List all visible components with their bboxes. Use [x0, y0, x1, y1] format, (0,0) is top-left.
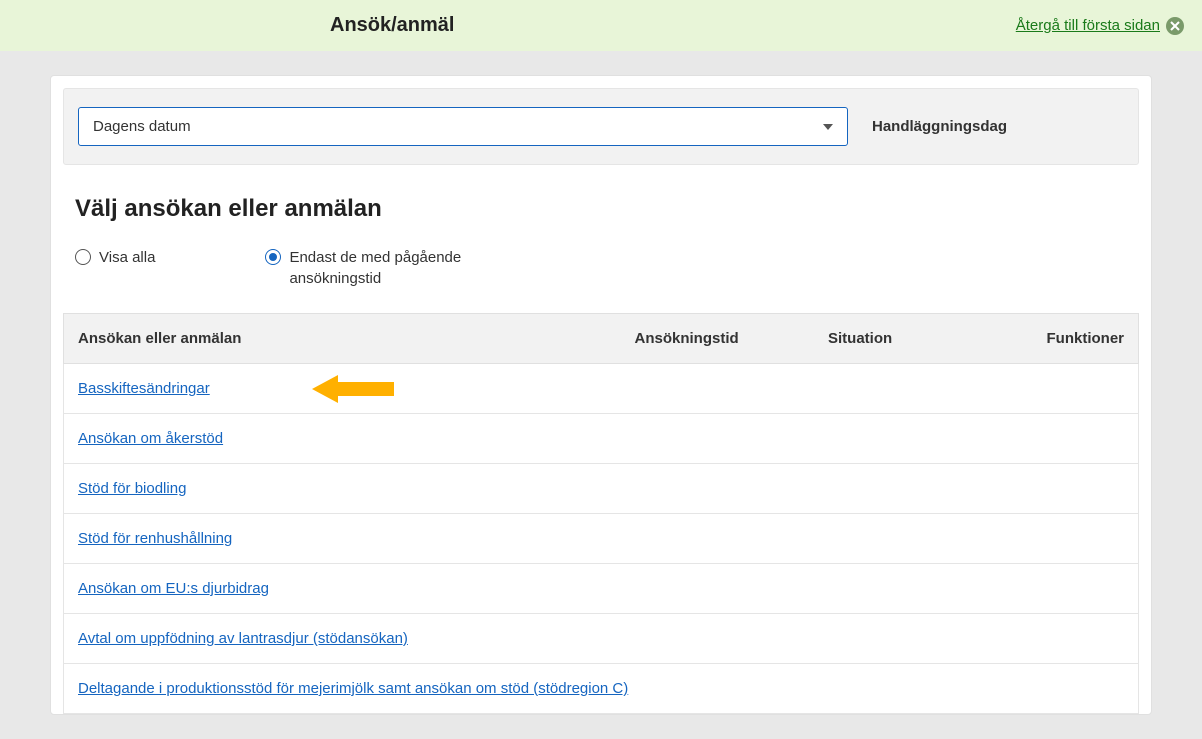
table-row: Deltagande i produktionsstöd för mejerim…	[64, 664, 1139, 714]
table-cell-application: Stöd för renhushållning	[64, 514, 1139, 564]
radio-only-ongoing-label: Endast de med pågående ansökningstid	[289, 247, 469, 289]
radio-icon-checked	[265, 249, 281, 265]
header-bar: Ansök/anmäl Återgå till första sidan	[0, 0, 1202, 51]
table-row: Ansökan om åkerstöd	[64, 414, 1139, 464]
radio-dot-icon	[269, 253, 277, 261]
chevron-down-icon	[823, 124, 833, 130]
close-icon[interactable]	[1166, 17, 1184, 35]
date-select[interactable]: Dagens datum	[78, 107, 848, 146]
application-link[interactable]: Ansökan om åkerstöd	[78, 430, 223, 447]
radio-icon	[75, 249, 91, 265]
date-panel: Dagens datum Handläggningsdag	[63, 88, 1139, 165]
applications-table: Ansökan eller anmälan Ansökningstid Situ…	[63, 313, 1139, 714]
section-title: Välj ansökan eller anmälan	[75, 195, 1127, 223]
table-cell-application: Basskiftesändringar	[64, 364, 1139, 414]
return-link-wrap[interactable]: Återgå till första sidan	[1016, 17, 1184, 35]
handling-day-label: Handläggningsdag	[872, 118, 1007, 135]
date-select-value: Dagens datum	[93, 118, 191, 135]
content-card: Dagens datum Handläggningsdag Välj ansök…	[50, 75, 1152, 715]
table-cell-application: Avtal om uppfödning av lantrasdjur (stöd…	[64, 614, 1139, 664]
application-link[interactable]: Deltagande i produktionsstöd för mejerim…	[78, 680, 628, 697]
application-link[interactable]: Avtal om uppfödning av lantrasdjur (stöd…	[78, 630, 408, 647]
table-row: Ansökan om EU:s djurbidrag	[64, 564, 1139, 614]
table-cell-application: Deltagande i produktionsstöd för mejerim…	[64, 664, 1139, 714]
th-application: Ansökan eller anmälan	[64, 314, 623, 364]
table-cell-application: Ansökan om EU:s djurbidrag	[64, 564, 1139, 614]
table-cell-application: Ansökan om åkerstöd	[64, 414, 1139, 464]
return-link[interactable]: Återgå till första sidan	[1016, 17, 1160, 34]
th-functions: Funktioner	[988, 314, 1139, 364]
applications-table-wrap: Ansökan eller anmälan Ansökningstid Situ…	[63, 313, 1139, 714]
radio-show-all[interactable]: Visa alla	[75, 247, 155, 289]
table-row: Avtal om uppfödning av lantrasdjur (stöd…	[64, 614, 1139, 664]
th-period: Ansökningstid	[623, 314, 817, 364]
table-row: Stöd för renhushållning	[64, 514, 1139, 564]
filter-radio-group: Visa alla Endast de med pågående ansökni…	[75, 247, 1127, 289]
th-situation: Situation	[816, 314, 988, 364]
application-link[interactable]: Ansökan om EU:s djurbidrag	[78, 580, 269, 597]
application-link[interactable]: Stöd för biodling	[78, 480, 186, 497]
radio-only-ongoing[interactable]: Endast de med pågående ansökningstid	[265, 247, 469, 289]
application-link[interactable]: Stöd för renhushållning	[78, 530, 232, 547]
table-row: Stöd för biodling	[64, 464, 1139, 514]
table-row: Basskiftesändringar	[64, 364, 1139, 414]
table-header-row: Ansökan eller anmälan Ansökningstid Situ…	[64, 314, 1139, 364]
page-title: Ansök/anmäl	[330, 14, 454, 37]
application-link[interactable]: Basskiftesändringar	[78, 380, 210, 397]
arrow-left-icon	[312, 375, 394, 403]
radio-show-all-label: Visa alla	[99, 247, 155, 268]
table-cell-application: Stöd för biodling	[64, 464, 1139, 514]
